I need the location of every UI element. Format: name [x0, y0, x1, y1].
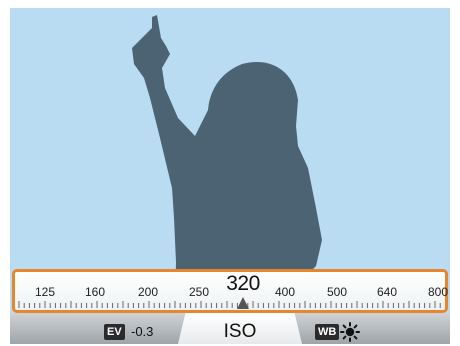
iso-scale-label: 640: [377, 285, 397, 299]
ev-value: -0.3: [131, 324, 154, 339]
triangle-pointer-icon: [237, 297, 249, 309]
iso-scale-label: 250: [189, 285, 209, 299]
camera-viewfinder: 125 160 200 250 400 500 640 800 320 EV -0.3 ISO…: [10, 8, 450, 344]
iso-scale-label: 200: [138, 285, 158, 299]
wb-badge[interactable]: WB: [315, 324, 340, 340]
iso-dial[interactable]: 125 160 200 250 400 500 640 800 320: [12, 269, 448, 313]
bottom-settings-bar: EV -0.3 ISO WB: [10, 313, 450, 344]
iso-scale-label: 500: [327, 285, 347, 299]
ev-badge[interactable]: EV: [104, 324, 125, 340]
iso-current-value: 320: [226, 272, 260, 295]
iso-scale-label: 800: [428, 285, 448, 299]
iso-scale-label: 400: [275, 285, 295, 299]
iso-scale-label: 125: [35, 285, 55, 299]
sun-icon: [340, 322, 360, 342]
iso-mode-label: ISO: [223, 321, 257, 342]
iso-scale-label: 160: [85, 285, 105, 299]
